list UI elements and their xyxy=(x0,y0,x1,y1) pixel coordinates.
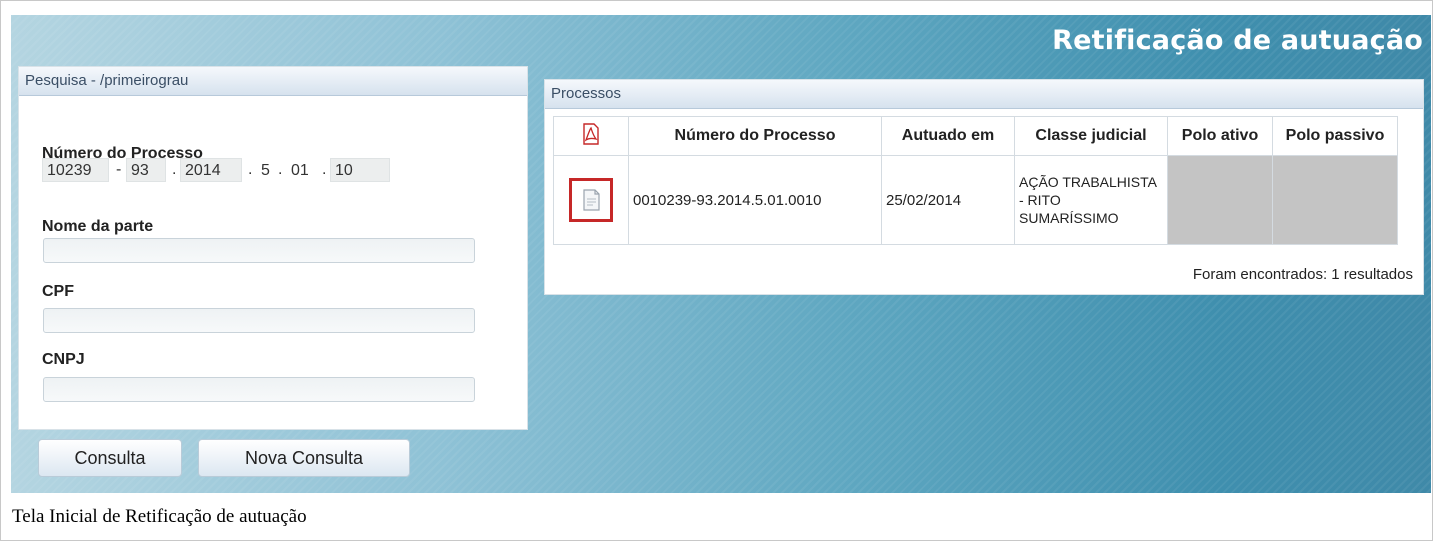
col-numero: Número do Processo xyxy=(628,116,882,156)
numero-ano-input[interactable]: 2014 xyxy=(180,158,242,182)
cell-polo-passivo xyxy=(1272,155,1398,245)
consulta-button[interactable]: Consulta xyxy=(38,439,182,477)
cnpj-input[interactable] xyxy=(43,377,475,402)
numero-seq-input[interactable]: 10239 xyxy=(42,158,109,182)
sep-dot-3: . xyxy=(278,161,283,178)
nome-parte-label: Nome da parte xyxy=(42,218,154,235)
numero-digito-input[interactable]: 93 xyxy=(126,158,166,182)
col-pdf[interactable] xyxy=(553,116,629,156)
col-classe: Classe judicial xyxy=(1014,116,1168,156)
screenshot-frame: Retificação de autuação Pesquisa - /prim… xyxy=(0,0,1433,541)
cell-numero[interactable]: 0010239-93.2014.5.01.0010 xyxy=(628,155,882,245)
table-header-row: Número do Processo Autuado em Classe jud… xyxy=(553,116,1398,156)
cell-autuado: 25/02/2014 xyxy=(881,155,1015,245)
cpf-label: CPF xyxy=(42,283,74,300)
nome-parte-input[interactable] xyxy=(43,238,475,263)
results-panel-header: Processos xyxy=(545,80,1423,109)
cnpj-label: CNPJ xyxy=(42,351,85,368)
numero-origem-input[interactable]: 10 xyxy=(330,158,390,182)
results-table: Número do Processo Autuado em Classe jud… xyxy=(553,116,1398,245)
col-autuado: Autuado em xyxy=(881,116,1015,156)
table-row: 0010239-93.2014.5.01.0010 25/02/2014 AÇÃ… xyxy=(553,155,1398,245)
cell-classe: AÇÃO TRABALHISTA - RITO SUMARÍSSIMO xyxy=(1014,155,1168,245)
cell-action xyxy=(553,155,629,245)
sep-dash: - xyxy=(116,161,122,178)
cell-polo-ativo xyxy=(1167,155,1273,245)
numero-tribunal-value: 01 xyxy=(286,158,314,182)
sep-dot-1: . xyxy=(172,161,177,178)
document-icon[interactable] xyxy=(569,177,613,222)
col-polo-ativo: Polo ativo xyxy=(1167,116,1273,156)
numero-segmento-value: 5 xyxy=(256,158,278,182)
search-panel-header: Pesquisa - /primeirograu xyxy=(19,67,527,96)
page-title: Retificação de autuação xyxy=(1052,25,1423,56)
cpf-input[interactable] xyxy=(43,308,475,333)
search-panel: Pesquisa - /primeirograu Número do Proce… xyxy=(18,66,528,430)
results-panel: Processos Número do Processo Autuado em xyxy=(544,79,1424,295)
nova-consulta-button[interactable]: Nova Consulta xyxy=(198,439,410,477)
sep-dot-4: . xyxy=(322,161,327,178)
results-count: Foram encontrados: 1 resultados xyxy=(1192,266,1413,283)
pdf-icon[interactable] xyxy=(582,122,600,145)
figure-caption: Tela Inicial de Retificação de autuação xyxy=(12,506,307,527)
col-polo-passivo: Polo passivo xyxy=(1272,116,1398,156)
sep-dot-2: . xyxy=(248,161,253,178)
